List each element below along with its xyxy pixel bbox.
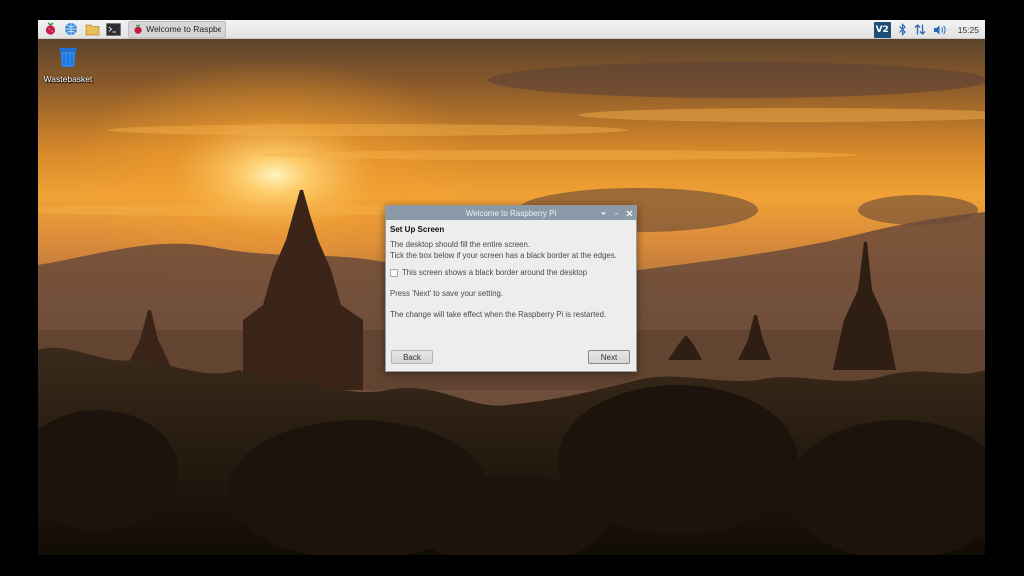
bluetooth-icon[interactable] [898,23,907,36]
next-button[interactable]: Next [588,350,630,364]
file-manager-icon[interactable] [83,21,101,37]
minimize-icon[interactable] [599,209,607,217]
dialog-text-line: Press 'Next' to save your setting. [390,289,504,298]
dialog-text-line: The desktop should fill the entire scree… [390,240,530,249]
maximize-icon[interactable] [612,209,620,217]
terminal-icon[interactable] [104,21,122,37]
web-browser-icon[interactable] [62,21,80,37]
desktop-screen: Welcome to Raspberr... V2 15:25 Wastebas… [38,20,985,555]
system-tray: V2 15:25 [873,20,985,39]
wastebasket-icon [59,48,77,67]
dialog-heading: Set Up Screen [390,225,445,234]
border-checkbox-label[interactable]: This screen shows a black border around … [402,267,587,278]
close-icon[interactable] [625,209,633,217]
dialog-text-line: The change will take effect when the Ras… [390,310,607,319]
taskbar-window-button[interactable]: Welcome to Raspberr... [128,20,226,38]
dialog-title: Welcome to Raspberry Pi [465,208,557,218]
dialog-body: Set Up Screen The desktop should fill th… [386,220,636,320]
welcome-dialog: Welcome to Raspberry Pi Set Up Screen Th… [385,205,637,372]
desktop-icon-label: Wastebasket [43,74,93,84]
border-checkbox-row[interactable]: This screen shows a black border around … [390,267,632,278]
clock[interactable]: 15:25 [958,25,979,35]
desktop-icon-wastebasket[interactable]: Wastebasket [42,46,94,84]
network-icon[interactable] [914,23,926,36]
back-button[interactable]: Back [391,350,433,364]
volume-icon[interactable] [933,24,947,36]
window-controls [599,207,633,219]
vnc-icon[interactable]: V2 [873,21,891,38]
raspberry-app-icon [134,23,142,34]
taskbar: Welcome to Raspberr... V2 15:25 [38,20,985,39]
dialog-text-line: Tick the box below if your screen has a … [390,251,617,260]
raspberry-menu-icon[interactable] [41,21,59,37]
dialog-titlebar[interactable]: Welcome to Raspberry Pi [386,206,636,220]
taskbar-window-label: Welcome to Raspberr... [146,24,221,34]
border-checkbox[interactable] [390,268,398,277]
